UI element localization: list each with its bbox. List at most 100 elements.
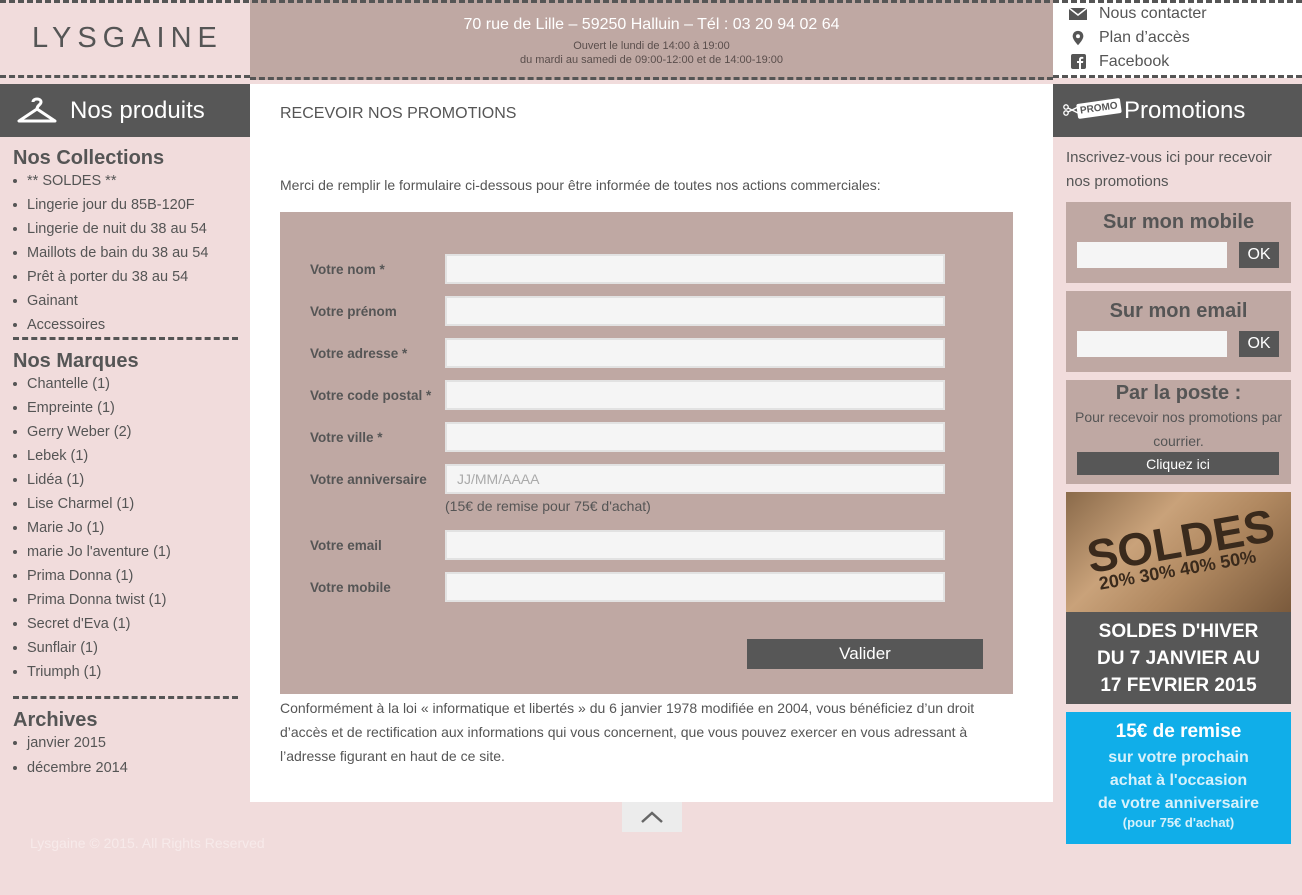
- mobile-signup-input[interactable]: [1077, 242, 1227, 268]
- email-signup-title: Sur mon email: [1109, 300, 1248, 322]
- promo-form: Votre nom * Votre prénom Votre adresse *…: [280, 212, 1013, 694]
- collection-link[interactable]: Accessoires: [13, 317, 105, 333]
- field-label-anniversaire: Votre anniversaire: [310, 472, 427, 487]
- facebook-icon: [1071, 54, 1086, 69]
- birthday-discount-banner[interactable]: 15€ de remise sur votre prochain achat à…: [1066, 712, 1291, 844]
- field-label-email: Votre email: [310, 538, 382, 553]
- products-bar-title: Nos produits: [70, 97, 205, 124]
- archives-heading: Archives: [13, 709, 98, 731]
- logo-area[interactable]: LYSGAINE: [0, 0, 250, 78]
- promotions-intro: Inscrivez-vous ici pour recevoir nos pro…: [1066, 149, 1272, 190]
- divider: [13, 696, 238, 699]
- field-label-ville: Votre ville *: [310, 430, 383, 445]
- hours-line-2: du mardi au samedi de 09:00-12:00 et de …: [520, 54, 783, 66]
- submit-button[interactable]: Valider: [747, 639, 983, 669]
- anniversaire-input[interactable]: [445, 464, 945, 494]
- legal-notice: Conformément à la loi « informatique et …: [280, 700, 975, 764]
- field-label-code-postal: Votre code postal *: [310, 388, 432, 403]
- brand-link[interactable]: Secret d'Eva (1): [13, 616, 131, 632]
- facebook-link-label: Facebook: [1099, 53, 1170, 70]
- chevron-up-icon: [641, 811, 663, 823]
- collection-link[interactable]: Lingerie de nuit du 38 au 54: [13, 221, 207, 237]
- mobile-signup-title: Sur mon mobile: [1102, 211, 1255, 233]
- brand-link[interactable]: marie Jo l'aventure (1): [13, 544, 171, 560]
- facebook-link[interactable]: Facebook: [1069, 53, 1169, 71]
- divider: [13, 337, 238, 340]
- soldes-banner-text[interactable]: SOLDES D'HIVER DU 7 JANVIER AU 17 FEVRIE…: [1066, 612, 1291, 704]
- nom-input[interactable]: [445, 254, 945, 284]
- brand-link[interactable]: Prima Donna twist (1): [13, 592, 166, 608]
- map-link-label: Plan d’accès: [1099, 29, 1190, 46]
- map-pin-icon: [1072, 30, 1084, 46]
- code-postal-input[interactable]: [445, 380, 945, 410]
- mobile-signup-box: Sur mon mobile OK: [1066, 202, 1291, 283]
- page-title: RECEVOIR NOS PROMOTIONS: [280, 105, 517, 122]
- contact-link-label: Nous contacter: [1099, 5, 1207, 22]
- field-label-prenom: Votre prénom: [310, 304, 397, 319]
- archive-link[interactable]: janvier 2015: [13, 735, 106, 751]
- mobile-ok-button[interactable]: OK: [1239, 242, 1279, 268]
- form-intro: Merci de remplir le formulaire ci-dessou…: [280, 177, 881, 193]
- brand-link[interactable]: Empreinte (1): [13, 400, 115, 416]
- brand-link[interactable]: Lidéa (1): [13, 472, 84, 488]
- soldes-banner-image[interactable]: SOLDES 20% 30% 40% 50%: [1066, 492, 1291, 612]
- products-bar: Nos produits: [0, 84, 250, 137]
- email-signup-box: Sur mon email OK: [1066, 291, 1291, 372]
- promo-tag-icon: PROMO: [1076, 98, 1122, 119]
- ville-input[interactable]: [445, 422, 945, 452]
- remise-line-5: (pour 75€ d'achat): [1122, 815, 1235, 830]
- collections-heading: Nos Collections: [13, 147, 165, 169]
- main-content: RECEVOIR NOS PROMOTIONS Merci de remplir…: [250, 84, 1053, 802]
- header-info: 70 rue de Lille – 59250 Halluin – Tél : …: [250, 0, 1053, 80]
- brand-link[interactable]: Marie Jo (1): [13, 520, 104, 536]
- email-signup-input[interactable]: [1077, 331, 1227, 357]
- email-ok-button[interactable]: OK: [1239, 331, 1279, 357]
- envelope-icon: [1069, 7, 1087, 20]
- collection-link[interactable]: Gainant: [13, 293, 78, 309]
- brand-link[interactable]: Prima Donna (1): [13, 568, 133, 584]
- remise-line-3: achat à l'occasion: [1109, 772, 1248, 789]
- collection-link[interactable]: Lingerie jour du 85B-120F: [13, 197, 195, 213]
- collection-link[interactable]: Maillots de bain du 38 au 54: [13, 245, 208, 261]
- brand-link[interactable]: Sunflair (1): [13, 640, 98, 656]
- field-label-nom: Votre nom *: [310, 262, 385, 277]
- header-address: 70 rue de Lille – 59250 Halluin – Tél : …: [463, 16, 840, 33]
- soldes-line-2: DU 7 JANVIER AU: [1097, 648, 1260, 669]
- brand-link[interactable]: Lebek (1): [13, 448, 88, 464]
- brand-link[interactable]: Chantelle (1): [13, 376, 110, 392]
- field-label-adresse: Votre adresse *: [310, 346, 408, 361]
- adresse-input[interactable]: [445, 338, 945, 368]
- archive-link[interactable]: décembre 2014: [13, 760, 128, 776]
- collection-link[interactable]: ** SOLDES **: [13, 173, 116, 189]
- collection-link[interactable]: Prêt à porter du 38 au 54: [13, 269, 188, 285]
- post-signup-text: Pour recevoir nos promotions par courrie…: [1075, 409, 1282, 449]
- map-link[interactable]: Plan d’accès: [1069, 29, 1190, 47]
- brand-link[interactable]: Triumph (1): [13, 664, 101, 680]
- promotions-bar-title: Promotions: [1124, 97, 1246, 124]
- header-links: Nous contacter Plan d’accès Facebook: [1053, 0, 1302, 78]
- brand-link[interactable]: Lise Charmel (1): [13, 496, 134, 512]
- back-to-top-button[interactable]: [622, 802, 682, 832]
- remise-title: 15€ de remise: [1115, 721, 1242, 742]
- copyright: Lysgaine © 2015. All Rights Reserved: [30, 835, 265, 851]
- logo-text[interactable]: LYSGAINE: [32, 22, 223, 55]
- post-signup-button[interactable]: Cliquez ici: [1077, 452, 1279, 475]
- prenom-input[interactable]: [445, 296, 945, 326]
- brand-link[interactable]: Gerry Weber (2): [13, 424, 131, 440]
- soldes-line-1: SOLDES D'HIVER: [1098, 621, 1259, 642]
- mobile-input[interactable]: [445, 572, 945, 602]
- brands-heading: Nos Marques: [13, 350, 139, 372]
- remise-line-2: sur votre prochain: [1108, 749, 1249, 766]
- email-input[interactable]: [445, 530, 945, 560]
- top-dashed-border: [0, 0, 1302, 3]
- promotions-bar: PROMO Promotions: [1053, 84, 1302, 137]
- birthday-hint: (15€ de remise pour 75€ d'achat): [445, 498, 651, 514]
- contact-link[interactable]: Nous contacter: [1069, 5, 1207, 23]
- hours-line-1: Ouvert le lundi de 14:00 à 19:00: [573, 40, 730, 52]
- field-label-mobile: Votre mobile: [310, 580, 391, 595]
- hanger-icon: [17, 97, 57, 123]
- remise-line-4: de votre anniversaire: [1098, 795, 1259, 812]
- post-signup-box: Par la poste : Pour recevoir nos promoti…: [1066, 380, 1291, 484]
- post-signup-title: Par la poste :: [1115, 382, 1242, 404]
- soldes-line-3: 17 FEVRIER 2015: [1100, 675, 1257, 696]
